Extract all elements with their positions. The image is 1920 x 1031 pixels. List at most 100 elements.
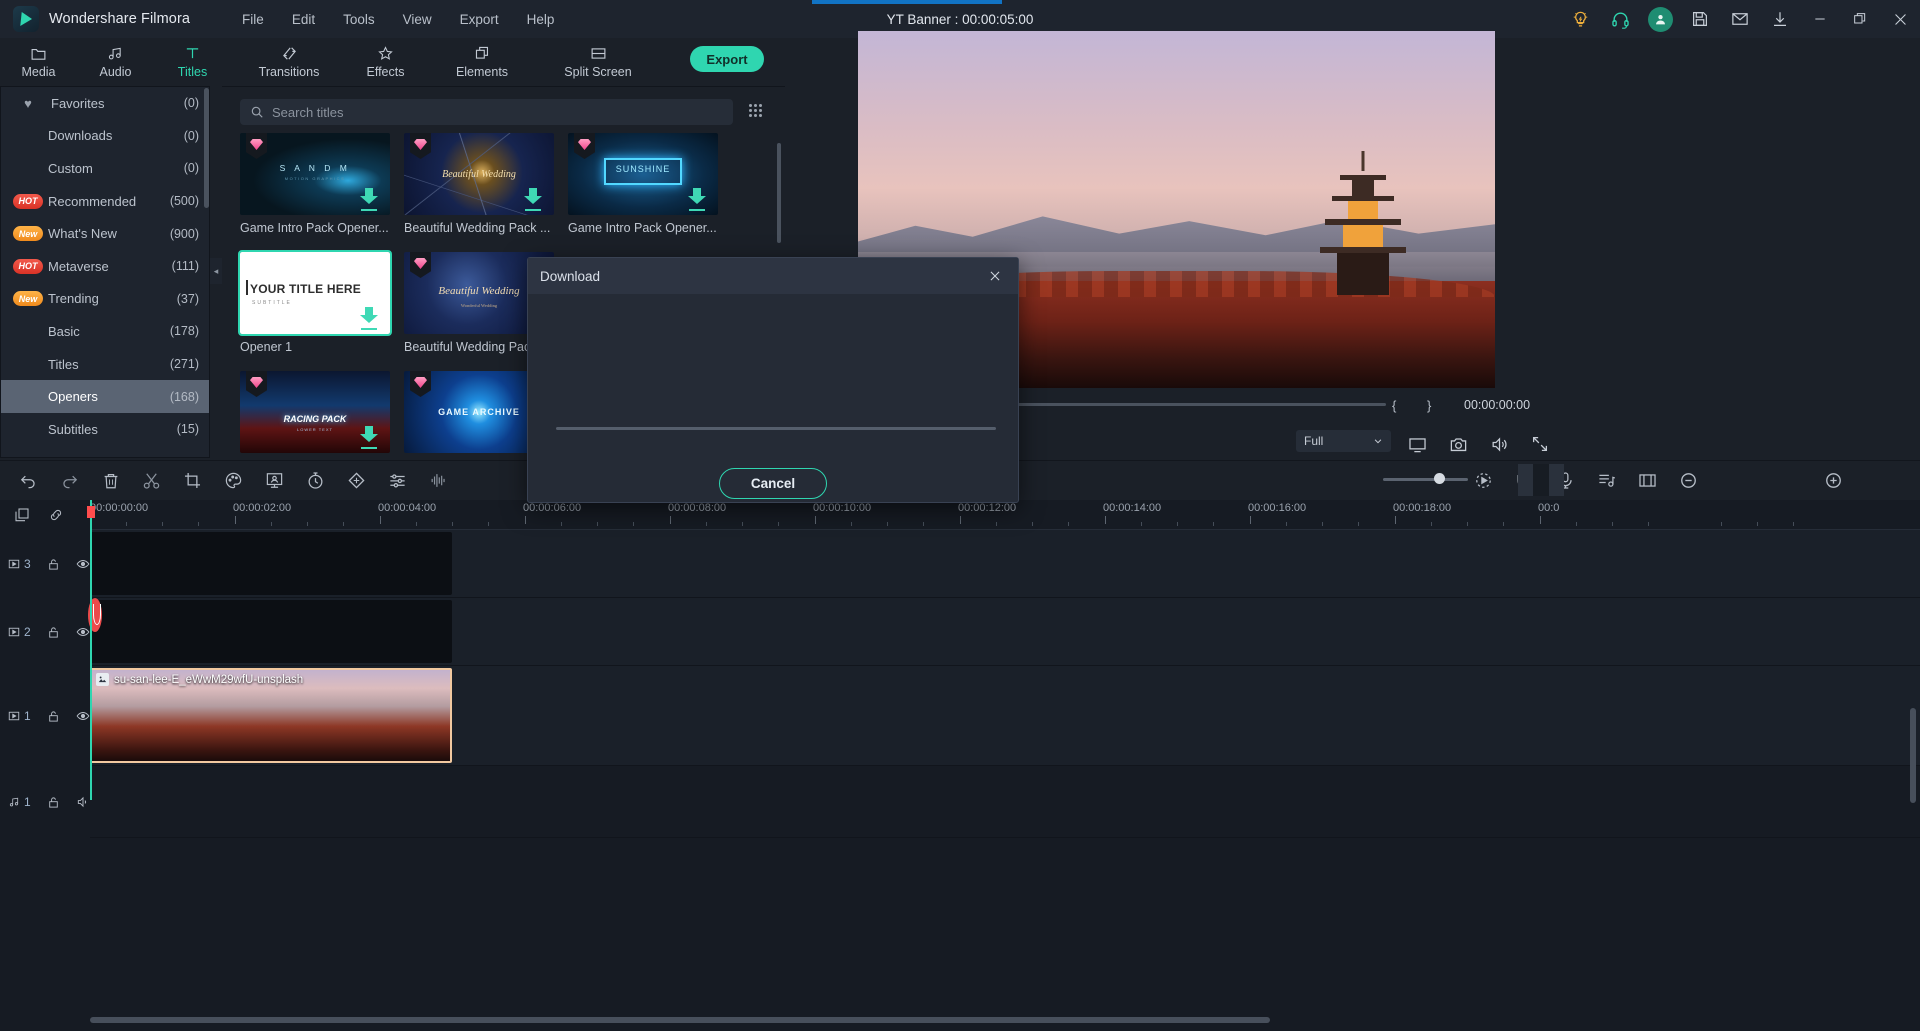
track-header-video-1[interactable]: 1: [0, 666, 90, 766]
tab-elements[interactable]: Elements: [424, 38, 540, 86]
sidebar-scrollbar[interactable]: [204, 88, 209, 208]
audio-mixer-icon[interactable]: [377, 461, 418, 501]
download-dialog[interactable]: Download Cancel: [527, 257, 1019, 503]
color-palette-icon[interactable]: [213, 461, 254, 501]
minimize-icon[interactable]: [1800, 0, 1840, 38]
download-icon[interactable]: [1760, 0, 1800, 38]
fullscreen-preview-icon[interactable]: [1402, 429, 1432, 459]
sidebar-item-whats-new[interactable]: New What's New (900): [1, 217, 209, 250]
keyframe-diamond-icon[interactable]: [336, 461, 377, 501]
tips-lightbulb-icon[interactable]: [1560, 0, 1600, 38]
library-item-selected[interactable]: YOUR TITLE HERE SUBTITLE Opener 1: [238, 250, 392, 354]
library-item[interactable]: SUNSHINE Game Intro Pack Opener...: [568, 133, 718, 235]
preview-quality-select[interactable]: Full: [1296, 430, 1391, 452]
sidebar-item-basic[interactable]: Basic (178): [1, 315, 209, 348]
timeline-vertical-scrollbar[interactable]: [1910, 708, 1916, 803]
timeline-horizontal-scrollbar[interactable]: [90, 1017, 1270, 1023]
unlock-icon[interactable]: [47, 558, 60, 571]
sidebar-item-metaverse[interactable]: HOT Metaverse (111): [1, 250, 209, 283]
playhead[interactable]: [87, 500, 95, 800]
expand-arrows-icon[interactable]: [1525, 429, 1555, 459]
headset-support-icon[interactable]: [1600, 0, 1640, 38]
close-icon[interactable]: [984, 265, 1006, 287]
crop-icon[interactable]: [172, 461, 213, 501]
menu-help[interactable]: Help: [513, 7, 569, 32]
sidebar-item-titles[interactable]: Titles (271): [1, 348, 209, 381]
timeline-track-audio-1[interactable]: [90, 766, 1920, 838]
eye-icon[interactable]: [76, 557, 90, 571]
sidebar-item-openers[interactable]: Openers (168): [1, 380, 209, 413]
sidebar-item-trending[interactable]: New Trending (37): [1, 283, 209, 316]
timeline-panel[interactable]: 00:00:00:00 00:00:02:00 00:00:04:00 00:0…: [0, 500, 1920, 1031]
menu-edit[interactable]: Edit: [278, 7, 329, 32]
download-arrow-icon[interactable]: [688, 188, 706, 211]
library-item[interactable]: RACING PACK LOWER TEXT: [240, 371, 390, 453]
eye-icon[interactable]: [76, 709, 90, 723]
volume-icon[interactable]: [1484, 429, 1514, 459]
library-scrollbar[interactable]: [777, 143, 781, 243]
search-bar[interactable]: [240, 99, 733, 125]
tab-media[interactable]: Media: [0, 38, 77, 86]
menu-export[interactable]: Export: [446, 7, 513, 32]
tab-effects[interactable]: Effects: [347, 38, 424, 86]
sidebar-item-favorites[interactable]: ♥ Favorites (0): [1, 87, 209, 120]
close-icon[interactable]: [1880, 0, 1920, 38]
menu-file[interactable]: File: [228, 7, 278, 32]
thumbnail-preview[interactable]: YOUR TITLE HERE SUBTITLE: [238, 250, 392, 336]
mark-out-icon[interactable]: }: [1427, 398, 1431, 413]
timeline-track-video-3[interactable]: [90, 530, 1920, 598]
timeline-track-video-2[interactable]: [90, 598, 1920, 666]
sidebar-item-custom[interactable]: Custom (0): [1, 152, 209, 185]
delete-trash-icon[interactable]: [90, 461, 131, 501]
download-arrow-icon[interactable]: [360, 426, 378, 449]
link-clips-icon[interactable]: [48, 507, 64, 523]
audio-waveform-icon[interactable]: [418, 461, 459, 501]
tab-audio[interactable]: Audio: [77, 38, 154, 86]
download-arrow-icon[interactable]: [360, 307, 378, 330]
mute-speaker-icon[interactable]: [76, 795, 90, 809]
menu-view[interactable]: View: [389, 7, 446, 32]
unlock-icon[interactable]: [47, 710, 60, 723]
tab-split-screen[interactable]: Split Screen: [540, 38, 656, 86]
chevron-left-icon[interactable]: ◂: [210, 258, 222, 284]
render-preview-icon[interactable]: [1463, 461, 1504, 501]
unlock-icon[interactable]: [47, 796, 60, 809]
tab-transitions[interactable]: Transitions: [231, 38, 347, 86]
timeline-ruler[interactable]: 00:00:00:00 00:00:02:00 00:00:04:00 00:0…: [90, 500, 1920, 530]
timeline-zoom-knob[interactable]: [1434, 473, 1445, 484]
eye-icon[interactable]: [76, 625, 90, 639]
timeline-zoom-slider[interactable]: [1383, 478, 1468, 481]
cancel-button[interactable]: Cancel: [719, 467, 827, 499]
speed-timer-icon[interactable]: [295, 461, 336, 501]
redo-icon[interactable]: [49, 461, 90, 501]
auto-beat-sync-icon[interactable]: [1586, 461, 1627, 501]
snapshot-camera-icon[interactable]: [1443, 429, 1473, 459]
sidebar-item-downloads[interactable]: Downloads (0): [1, 120, 209, 153]
thumbnail-preview[interactable]: RACING PACK LOWER TEXT: [240, 371, 390, 453]
grid-view-icon[interactable]: [744, 99, 766, 121]
download-arrow-icon[interactable]: [360, 188, 378, 211]
user-account-icon[interactable]: [1640, 0, 1680, 38]
mark-in-icon[interactable]: {: [1392, 398, 1396, 413]
track2-clip[interactable]: [90, 600, 452, 663]
track3-clip[interactable]: [90, 532, 452, 595]
green-screen-icon[interactable]: [254, 461, 295, 501]
zoom-in-icon[interactable]: [1813, 461, 1854, 501]
timeline-track-video-1[interactable]: su-san-lee-E_eWwM29wfU-unsplash: [90, 666, 1920, 766]
thumbnail-preview[interactable]: S A N D M MOTION GRAPHICS: [240, 133, 390, 215]
tab-titles[interactable]: Titles: [154, 38, 231, 86]
timeline-clip-image[interactable]: su-san-lee-E_eWwM29wfU-unsplash: [90, 668, 452, 763]
sidebar-item-subtitles[interactable]: Subtitles (15): [1, 413, 209, 446]
zoom-out-icon[interactable]: [1668, 461, 1709, 501]
fit-timeline-icon[interactable]: [1627, 461, 1668, 501]
library-item[interactable]: S A N D M MOTION GRAPHICS Game Intro Pac…: [240, 133, 390, 235]
save-project-icon[interactable]: [1680, 0, 1720, 38]
library-item[interactable]: Beautiful Wedding Beautiful Wedding Pack…: [404, 133, 554, 235]
thumbnail-preview[interactable]: SUNSHINE: [568, 133, 718, 215]
maximize-icon[interactable]: [1840, 0, 1880, 38]
sidebar-item-recommended[interactable]: HOT Recommended (500): [1, 185, 209, 218]
thumbnail-preview[interactable]: Beautiful Wedding: [404, 133, 554, 215]
menu-tools[interactable]: Tools: [329, 7, 389, 32]
track-header-video-3[interactable]: 3: [0, 530, 90, 598]
undo-icon[interactable]: [8, 461, 49, 501]
